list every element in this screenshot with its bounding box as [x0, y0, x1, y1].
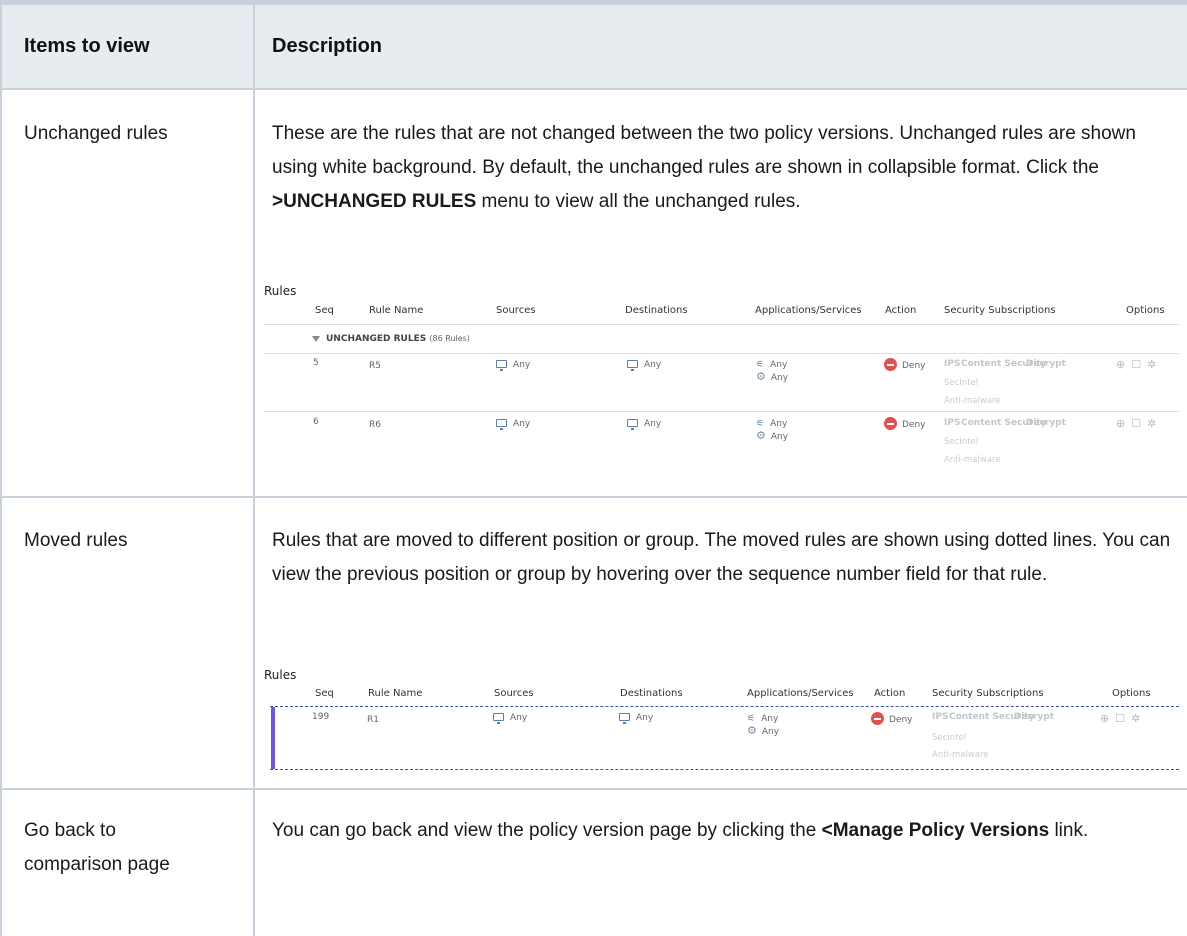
header-items-to-view: Items to view — [24, 35, 150, 57]
col-seq: Seq — [315, 305, 334, 316]
application-icon: ⚟ — [756, 360, 765, 370]
rule-source: Any — [496, 360, 530, 371]
row-label-unchanged: Unchanged rules — [24, 123, 168, 144]
rule-seq[interactable]: 199 — [312, 712, 329, 722]
row-desc-moved: Rules that are moved to different positi… — [272, 530, 1171, 585]
rule-service: ⚙ Any — [756, 370, 789, 383]
subscription-anti-malware: Anti-malware — [932, 750, 989, 760]
col-seq: Seq — [315, 688, 334, 699]
header-underline — [264, 324, 1179, 325]
col-security: Security Subscriptions — [944, 305, 1056, 316]
rule-destination: Any — [619, 713, 653, 724]
table-header: Items to view Description — [2, 0, 1187, 90]
rules-title: Rules — [264, 284, 297, 298]
monitor-icon — [627, 360, 638, 371]
col-rule-name: Rule Name — [368, 688, 423, 699]
deny-icon — [871, 712, 884, 725]
monitor-icon — [496, 419, 507, 430]
rule-source: Any — [493, 713, 527, 724]
manage-policy-versions-link-ref: <Manage Policy Versions — [821, 820, 1050, 841]
col-destinations: Destinations — [620, 688, 683, 699]
header-description: Description — [272, 35, 383, 57]
row-label-go-back: Go back to comparison page — [24, 820, 170, 875]
rule-name: R5 — [369, 361, 381, 371]
col-sources: Sources — [494, 688, 534, 699]
subscription-anti-malware: Anti-malware — [944, 396, 1001, 406]
row-desc-go-back: You can go back and view the policy vers… — [272, 820, 1089, 841]
col-action: Action — [874, 688, 906, 699]
subscription-anti-malware: Anti-malware — [944, 455, 1001, 465]
unchanged-rules-toggle[interactable]: UNCHANGED RULES (86 Rules) — [312, 334, 470, 344]
subscription-decrypt: Decrypt — [1026, 359, 1066, 369]
table-row-moved[interactable]: 199 R1 Any Any ⚟ Any ⚙ Any Deny IPS Conten… — [264, 712, 1179, 782]
row-label-moved: Moved rules — [24, 530, 128, 551]
subscription-decrypt: Decrypt — [1014, 712, 1054, 722]
deny-icon — [884, 417, 897, 430]
monitor-icon — [627, 419, 638, 430]
rules-title: Rules — [264, 668, 297, 682]
col-security: Security Subscriptions — [932, 688, 1044, 699]
row-options-icons[interactable]: ⊕☐✲ — [1116, 417, 1162, 430]
monitor-icon — [496, 360, 507, 371]
row-divider — [2, 496, 1187, 498]
rule-name: R6 — [369, 420, 381, 430]
rule-source: Any — [496, 419, 530, 430]
rule-service: ⚙ Any — [756, 429, 789, 442]
row-divider — [2, 788, 1187, 790]
col-action: Action — [885, 305, 917, 316]
subscription-secintel: SecIntel — [944, 437, 979, 447]
rule-service: ⚙ Any — [747, 724, 780, 737]
rule-application: ⚟ Any — [747, 714, 779, 724]
subscription-ips: IPS — [932, 712, 949, 722]
monitor-icon — [619, 713, 630, 724]
col-sources: Sources — [496, 305, 536, 316]
deny-icon — [884, 358, 897, 371]
application-icon: ⚟ — [747, 714, 756, 724]
col-destinations: Destinations — [625, 305, 688, 316]
rule-action: Deny — [884, 417, 926, 430]
moved-dashed-bottom — [270, 769, 1179, 770]
gear-icon: ⚙ — [756, 429, 766, 442]
subscription-ips: IPS — [944, 359, 961, 369]
unchanged-rules-menu-ref: >UNCHANGED RULES — [272, 191, 477, 212]
rule-action: Deny — [884, 358, 926, 371]
rule-application: ⚟ Any — [756, 360, 788, 370]
subscription-secintel: SecIntel — [944, 378, 979, 388]
row-options-icons[interactable]: ⊕☐✲ — [1116, 358, 1162, 371]
rule-seq: 6 — [313, 417, 319, 427]
description-table: Items to view Description Unchanged rule… — [0, 0, 1187, 936]
gear-icon: ⚙ — [747, 724, 757, 737]
monitor-icon — [493, 713, 504, 724]
subscription-secintel: SecIntel — [932, 733, 967, 743]
application-icon: ⚟ — [756, 419, 765, 429]
subscription-decrypt: Decrypt — [1026, 418, 1066, 428]
gear-icon: ⚙ — [756, 370, 766, 383]
moved-dashed-top — [270, 706, 1179, 707]
col-apps: Applications/Services — [755, 305, 862, 316]
rule-seq: 5 — [313, 358, 319, 368]
col-apps: Applications/Services — [747, 688, 854, 699]
row-desc-unchanged: These are the rules that are not changed… — [272, 123, 1136, 212]
group-underline — [264, 353, 1179, 354]
rule-action: Deny — [871, 712, 913, 725]
col-options: Options — [1112, 688, 1151, 699]
rule-name: R1 — [367, 715, 379, 725]
rule-application: ⚟ Any — [756, 419, 788, 429]
rules-screenshot-unchanged: Rules Seq Rule Name Sources Destinations… — [264, 284, 1179, 484]
rules-screenshot-moved: Rules Seq Rule Name Sources Destinations… — [264, 668, 1179, 778]
col-options: Options — [1126, 305, 1165, 316]
rule-destination: Any — [627, 360, 661, 371]
rule-destination: Any — [627, 419, 661, 430]
row-separator — [264, 411, 1179, 412]
col-rule-name: Rule Name — [369, 305, 424, 316]
caret-down-icon — [312, 335, 320, 342]
subscription-ips: IPS — [944, 418, 961, 428]
column-divider — [253, 5, 255, 936]
table-row[interactable]: 6 R6 Any Any ⚟ Any ⚙ Any Deny IPS Content … — [264, 417, 1179, 487]
row-options-icons[interactable]: ⊕☐✲ — [1100, 712, 1146, 725]
